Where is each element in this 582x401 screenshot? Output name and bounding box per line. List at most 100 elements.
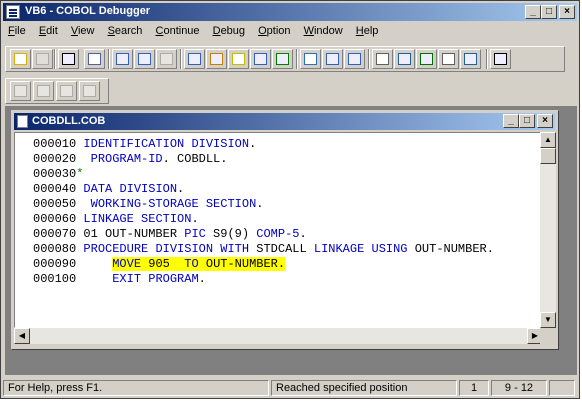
memory-icon xyxy=(442,53,455,65)
menu-help[interactable]: Help xyxy=(351,23,384,39)
toolbar-separator xyxy=(108,49,110,69)
open-folder-button[interactable] xyxy=(10,49,31,69)
code-line: 000040 DATA DIVISION. xyxy=(33,182,494,197)
menu-continue[interactable]: Continue xyxy=(151,23,205,39)
step-into-button[interactable] xyxy=(112,49,133,69)
vertical-scrollbar[interactable]: ▲ ▼ xyxy=(540,132,556,328)
toolbar-separator xyxy=(54,49,56,69)
title-bar[interactable]: VB6 - COBOL Debugger _ □ × xyxy=(3,3,577,21)
find-variable-button[interactable] xyxy=(322,49,343,69)
current-line-highlight: MOVE 905 TO OUT-NUMBER. xyxy=(112,257,286,271)
code-line: 000070 01 OUT-NUMBER PIC S9(9) COMP-5. xyxy=(33,227,494,242)
line-text: * xyxy=(76,167,84,181)
minimize-button[interactable]: _ xyxy=(525,5,541,19)
line-number: 000080 xyxy=(33,242,77,256)
copy-button[interactable] xyxy=(32,49,53,69)
status-line: 1 xyxy=(459,380,489,396)
hand-button[interactable] xyxy=(58,49,79,69)
menu-view[interactable]: View xyxy=(66,23,100,39)
toggle-breakpoint-icon xyxy=(210,53,223,65)
step-over-icon xyxy=(138,53,151,65)
code-line: 000080 PROCEDURE DIVISION WITH STDCALL L… xyxy=(33,242,494,257)
source-minimize-button[interactable]: _ xyxy=(503,114,519,128)
find-icon xyxy=(304,53,317,65)
line-text: PROCEDURE DIVISION WITH STDCALL LINKAGE … xyxy=(83,242,494,256)
break-button[interactable] xyxy=(33,81,54,101)
menu-file[interactable]: File xyxy=(3,23,31,39)
code-line: 000010 IDENTIFICATION DIVISION. xyxy=(33,137,494,152)
step-out-button[interactable] xyxy=(156,49,177,69)
replace-variable-button[interactable] xyxy=(344,49,365,69)
register-icon xyxy=(420,53,433,65)
source-window: COBDLL.COB _ □ × 000010 IDENTIFICATION DIV… xyxy=(11,110,559,350)
status-bar: For Help, press F1. Reached specified po… xyxy=(3,378,577,398)
window-title: VB6 - COBOL Debugger xyxy=(25,5,151,17)
close-button[interactable]: × xyxy=(559,5,575,19)
app-window: VB6 - COBOL Debugger _ □ × File Edit View … xyxy=(0,0,580,399)
clear-breakpoint-button[interactable] xyxy=(228,49,249,69)
source-maximize-button[interactable]: □ xyxy=(519,114,535,128)
find-button[interactable] xyxy=(300,49,321,69)
line-number: 000050 xyxy=(33,197,77,211)
status-blank-panel xyxy=(549,380,575,396)
watch-button[interactable] xyxy=(84,49,105,69)
memory-button[interactable] xyxy=(438,49,459,69)
vertical-scroll-thumb[interactable] xyxy=(540,148,556,164)
copy-variable-button[interactable] xyxy=(250,49,271,69)
scroll-left-button[interactable]: ◀ xyxy=(14,328,30,344)
code-editor[interactable]: 000010 IDENTIFICATION DIVISION. 000020 PR… xyxy=(14,132,543,328)
watch-icon xyxy=(88,53,101,65)
source-close-button[interactable]: × xyxy=(537,114,553,128)
toolbar-separator xyxy=(296,49,298,69)
debug-toolbar xyxy=(5,78,109,104)
go-button[interactable] xyxy=(10,81,31,101)
code-line: 000020 PROGRAM-ID. COBDLL. xyxy=(33,152,494,167)
hand-icon xyxy=(62,53,75,65)
trace-icon xyxy=(60,85,73,97)
app-icon[interactable] xyxy=(6,5,20,19)
paste-variable-button[interactable] xyxy=(272,49,293,69)
reset-icon xyxy=(83,85,96,97)
line-text: IDENTIFICATION DIVISION. xyxy=(83,137,257,151)
scroll-down-button[interactable]: ▼ xyxy=(540,312,556,328)
replace-variable-icon xyxy=(348,53,361,65)
animate-button[interactable] xyxy=(372,49,393,69)
menu-edit[interactable]: Edit xyxy=(34,23,63,39)
output-button[interactable] xyxy=(460,49,481,69)
menu-debug[interactable]: Debug xyxy=(208,23,250,39)
line-number: 000090 xyxy=(33,257,77,271)
code-line: 000090 MOVE 905 TO OUT-NUMBER. xyxy=(33,257,494,272)
main-toolbar xyxy=(5,46,565,72)
line-number: 000010 xyxy=(33,137,77,151)
breakpoint-list-button[interactable] xyxy=(184,49,205,69)
line-number: 000040 xyxy=(33,182,77,196)
horizontal-scrollbar[interactable]: ◀ ▶ xyxy=(14,328,543,344)
size-grip[interactable] xyxy=(540,328,556,344)
code-listing: 000010 IDENTIFICATION DIVISION. 000020 PR… xyxy=(33,137,494,287)
line-text: DATA DIVISION. xyxy=(83,182,185,196)
step-into-icon xyxy=(116,53,129,65)
clear-breakpoint-icon xyxy=(232,53,245,65)
step-over-button[interactable] xyxy=(134,49,155,69)
menu-option[interactable]: Option xyxy=(253,23,295,39)
go-icon xyxy=(14,85,27,97)
call-stack-button[interactable] xyxy=(394,49,415,69)
menu-search[interactable]: Search xyxy=(103,23,148,39)
maximize-button[interactable]: □ xyxy=(541,5,557,19)
menu-window[interactable]: Window xyxy=(299,23,348,39)
line-number: 000020 xyxy=(33,152,77,166)
scroll-up-button[interactable]: ▲ xyxy=(540,132,556,148)
reset-button[interactable] xyxy=(79,81,100,101)
line-text: WORKING-STORAGE SECTION. xyxy=(90,197,264,211)
source-window-title-bar[interactable]: COBDLL.COB _ □ × xyxy=(14,113,555,130)
animate-icon xyxy=(376,53,389,65)
trace-button[interactable] xyxy=(56,81,77,101)
context-help-button[interactable] xyxy=(490,49,511,69)
toolbar-separator xyxy=(368,49,370,69)
document-icon[interactable] xyxy=(17,115,28,128)
register-button[interactable] xyxy=(416,49,437,69)
output-icon xyxy=(464,53,477,65)
toggle-breakpoint-button[interactable] xyxy=(206,49,227,69)
line-number: 000060 xyxy=(33,212,77,226)
line-number: 000100 xyxy=(33,272,77,286)
